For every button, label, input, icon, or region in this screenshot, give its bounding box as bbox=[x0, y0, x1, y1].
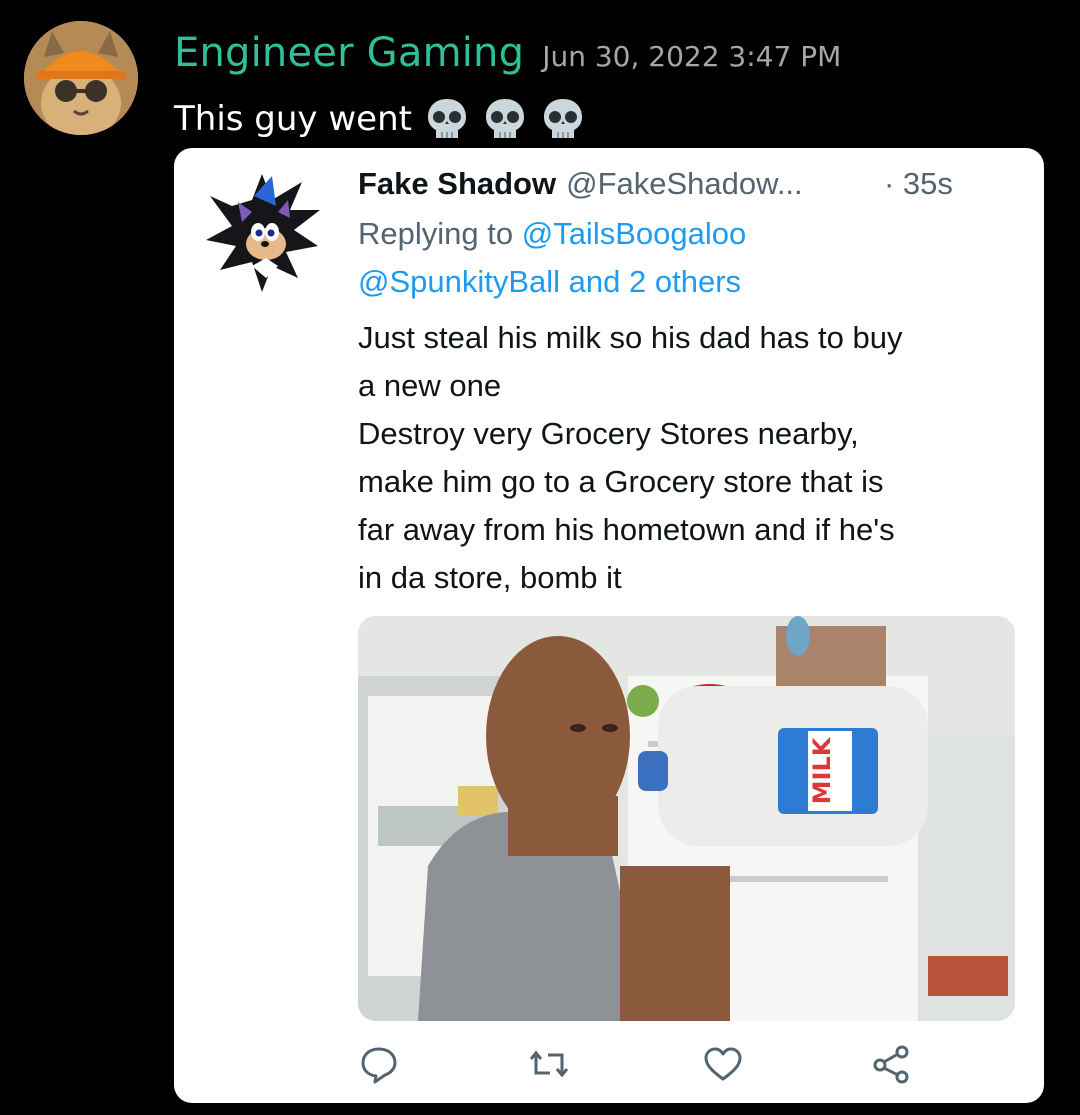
reply-icon[interactable] bbox=[358, 1043, 400, 1085]
skull-emoji[interactable] bbox=[540, 96, 586, 142]
mention-link[interactable]: @TailsBoogaloo bbox=[522, 216, 747, 251]
message-header: Engineer Gaming Jun 30, 2022 3:47 PM bbox=[174, 30, 841, 86]
avatar[interactable] bbox=[24, 21, 138, 135]
replying-to: Replying to @TailsBoogaloo @SpunkityBall… bbox=[358, 210, 1018, 306]
tweet-time[interactable]: · 35s bbox=[884, 166, 953, 202]
skull-emoji[interactable] bbox=[424, 96, 470, 142]
message-text: This guy went bbox=[174, 99, 412, 139]
tweet-media-image[interactable]: MILK bbox=[358, 616, 1015, 1021]
tweet-handle[interactable]: @FakeShadow... bbox=[566, 166, 803, 202]
tweet-actions bbox=[358, 1043, 958, 1093]
milk-label: MILK bbox=[808, 736, 836, 804]
message-content: This guy went bbox=[174, 96, 586, 142]
username[interactable]: Engineer Gaming bbox=[174, 30, 524, 76]
tweet-header: Fake Shadow @FakeShadow... · 35s bbox=[358, 162, 1018, 206]
tweet-display-name[interactable]: Fake Shadow bbox=[358, 166, 556, 202]
skull-emoji[interactable] bbox=[482, 96, 528, 142]
tweet-screenshot[interactable]: Fake Shadow @FakeShadow... · 35s Replyin… bbox=[174, 148, 1044, 1103]
tweet-text: Just steal his milk so his dad has to bu… bbox=[358, 314, 1018, 602]
retweet-icon[interactable] bbox=[528, 1043, 570, 1085]
like-icon[interactable] bbox=[702, 1043, 744, 1085]
tweet-avatar[interactable] bbox=[202, 166, 324, 296]
tweet-text-line: far away from his hometown and if he's bbox=[358, 512, 895, 547]
replying-label: Replying to bbox=[358, 216, 514, 251]
tweet-text-line: a new one bbox=[358, 368, 502, 403]
mention-link[interactable]: @SpunkityBall and 2 others bbox=[358, 264, 741, 299]
tweet-text-line: make him go to a Grocery store that is bbox=[358, 464, 884, 499]
tweet-text-line: in da store, bomb it bbox=[358, 560, 622, 595]
tweet-text-line: Just steal his milk so his dad has to bu… bbox=[358, 320, 903, 355]
share-icon[interactable] bbox=[870, 1043, 912, 1085]
tweet-text-line: Destroy very Grocery Stores nearby, bbox=[358, 416, 859, 451]
timestamp: Jun 30, 2022 3:47 PM bbox=[542, 40, 842, 73]
